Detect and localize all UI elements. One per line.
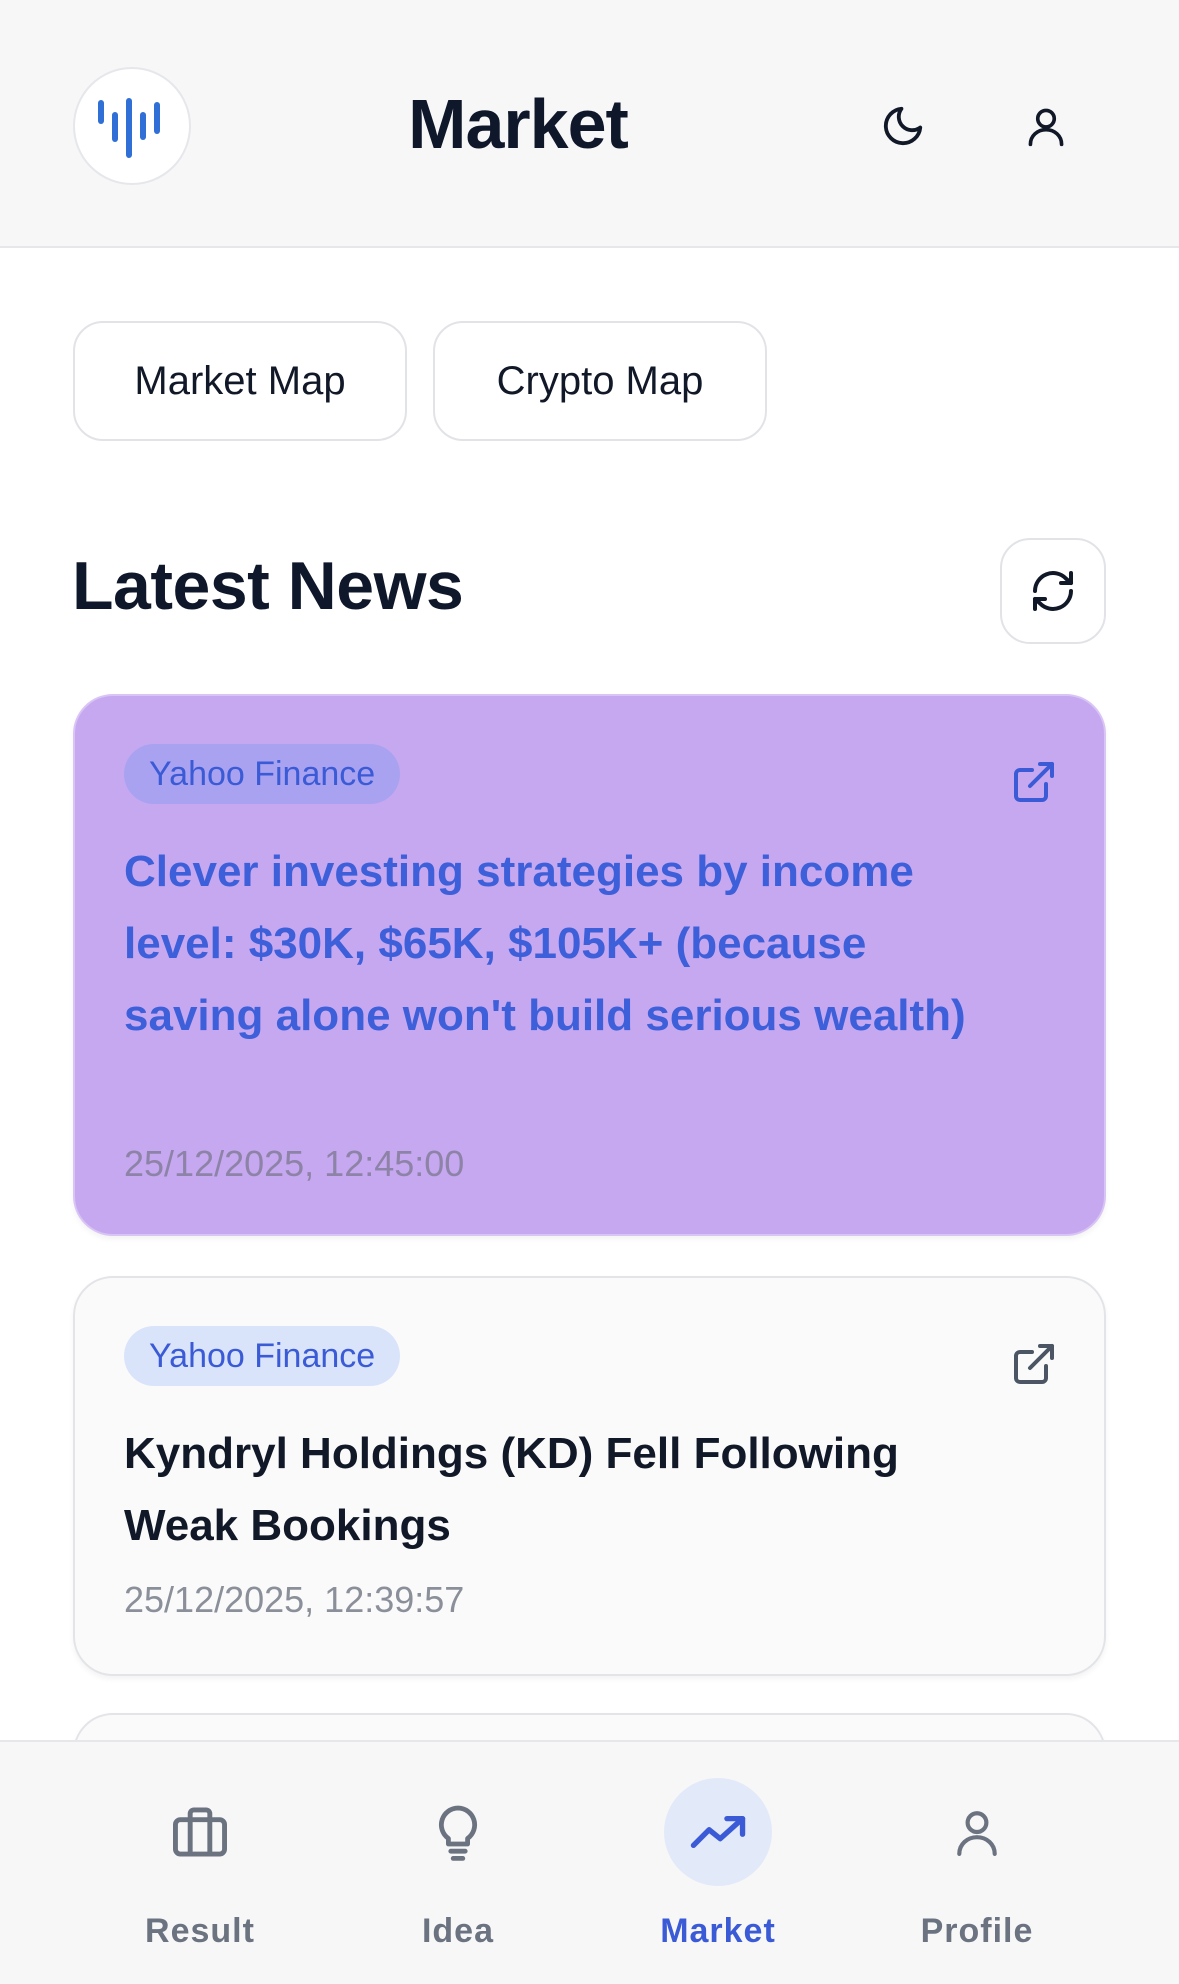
user-icon: [1028, 108, 1064, 147]
trending-up-icon: [690, 1815, 746, 1849]
app-root: Market Market Map Crypto Map Latest News…: [0, 0, 1179, 1984]
nav-item-market[interactable]: Market: [618, 1778, 818, 1958]
top-header: Market: [0, 0, 1179, 248]
theme-toggle-button[interactable]: [869, 92, 937, 160]
lightbulb-icon: [438, 1805, 478, 1861]
nav-icon-container: [923, 1778, 1031, 1886]
external-link-icon[interactable]: [1010, 1340, 1058, 1388]
bottom-navigation: Result Idea Market Profile: [0, 1740, 1179, 1984]
nav-label: Result: [145, 1912, 255, 1950]
moon-icon: [883, 106, 923, 146]
nav-label: Idea: [421, 1912, 495, 1950]
news-headline[interactable]: Kyndryl Holdings (KD) Fell Following Wea…: [124, 1418, 984, 1562]
nav-label: Profile: [920, 1912, 1034, 1950]
user-icon: [957, 1811, 997, 1856]
refresh-news-button[interactable]: [1000, 538, 1106, 644]
nav-icon-container: [146, 1778, 254, 1886]
nav-item-idea[interactable]: Idea: [358, 1778, 558, 1958]
nav-item-profile[interactable]: Profile: [877, 1778, 1077, 1958]
profile-button[interactable]: [1012, 92, 1080, 160]
news-timestamp: 25/12/2025, 12:39:57: [124, 1579, 465, 1620]
news-timestamp: 25/12/2025, 12:45:00: [124, 1143, 465, 1184]
crypto-map-button[interactable]: Crypto Map: [433, 321, 767, 441]
news-card[interactable]: Yahoo Finance Clever investing strategie…: [73, 694, 1106, 1236]
nav-item-result[interactable]: Result: [100, 1778, 300, 1958]
external-link-icon[interactable]: [1010, 758, 1058, 806]
market-map-button[interactable]: Market Map: [73, 321, 407, 441]
briefcase-icon: [173, 1807, 227, 1857]
nav-icon-container: [664, 1778, 772, 1886]
refresh-icon: [1033, 571, 1073, 611]
news-source-badge: Yahoo Finance: [124, 1326, 401, 1386]
latest-news-title: Latest News: [72, 548, 464, 624]
news-headline[interactable]: Clever investing strategies by income le…: [124, 836, 984, 1052]
nav-label: Market: [660, 1912, 776, 1950]
nav-icon-container: [404, 1778, 512, 1886]
news-card[interactable]: Yahoo Finance Kyndryl Holdings (KD) Fell…: [73, 1276, 1106, 1676]
news-source-badge: Yahoo Finance: [124, 744, 401, 804]
